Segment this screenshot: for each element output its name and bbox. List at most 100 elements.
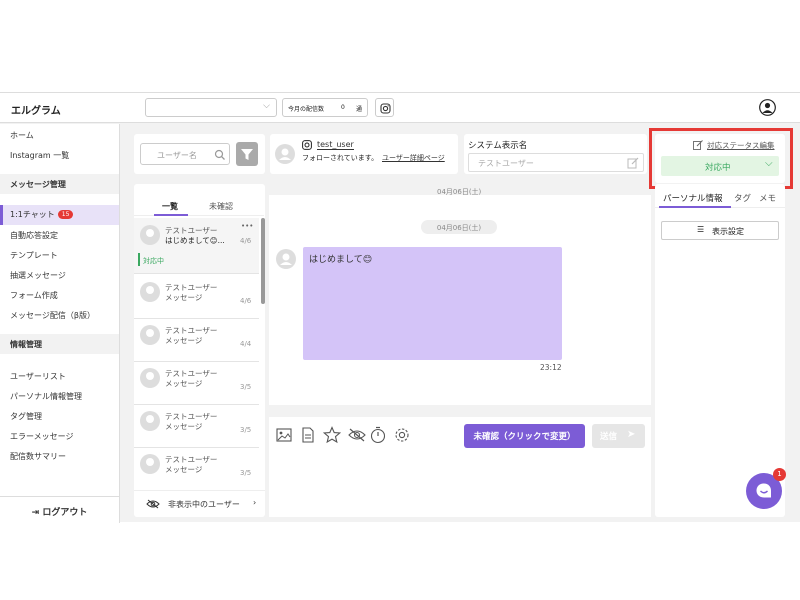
count-value: 0 (341, 104, 345, 111)
list-item[interactable]: テストユーザー メッセージ 4/4 (134, 318, 259, 362)
send-label: 送信 (600, 432, 618, 442)
sidebar-item-form[interactable]: フォーム作成 (10, 290, 58, 301)
instagram-icon[interactable] (375, 98, 394, 117)
sidebar-section-info: 情報管理 (0, 334, 119, 354)
sidebar-item-summary[interactable]: 配信数サマリー (10, 451, 66, 462)
user-avatar (275, 144, 295, 164)
username: test_user (317, 140, 354, 150)
search-input[interactable]: ユーザー名 (140, 143, 230, 165)
sidebar-item-lottery[interactable]: 抽選メッセージ (10, 270, 66, 281)
system-name-input[interactable]: テストユーザー (468, 153, 644, 172)
system-name-placeholder: テストユーザー (478, 159, 534, 168)
tab-tag[interactable]: タグ (734, 192, 751, 204)
search-icon (214, 149, 225, 160)
display-settings-label: 表示設定 (712, 227, 744, 236)
search-placeholder: ユーザー名 (157, 151, 197, 160)
tab-memo[interactable]: メモ (759, 192, 776, 204)
help-chat-button[interactable]: 1 (746, 468, 786, 509)
chevron-right-icon: › (253, 498, 257, 507)
sidebar-item-template[interactable]: テンプレート (10, 250, 58, 261)
info-panel: パーソナル情報 タグ メモ ☰ 表示設定 (655, 184, 785, 517)
display-settings-button[interactable]: ☰ 表示設定 (661, 221, 779, 240)
date-separator: 04月06日(土) (421, 220, 497, 234)
sidebar-item-auto-reply[interactable]: 自動応答設定 (10, 230, 58, 241)
chevron-down-icon: ⌵ (263, 101, 270, 111)
hidden-users-link[interactable]: 非表示中のユーザー › (134, 490, 265, 517)
composer: 未確認（クリックで変更） 送信 ➤ (269, 417, 651, 517)
sidebar-item-personal-info[interactable]: パーソナル情報管理 (10, 391, 82, 402)
filter-icon (241, 149, 253, 160)
conv-date: 4/6 (240, 237, 252, 245)
tab-personal[interactable]: パーソナル情報 (663, 192, 723, 204)
sidebar: ホーム Instagram 一覧 メッセージ管理 1:1チャット 15 自動応答設… (0, 124, 120, 523)
notification-badge: 1 (773, 468, 786, 481)
user-detail-link[interactable]: ユーザー詳細ページ (382, 153, 445, 163)
image-icon[interactable] (276, 427, 292, 443)
date-separator-top: 04月06日(土) (437, 188, 482, 196)
conv-preview: メッセージ (165, 336, 203, 345)
list-item[interactable]: テストユーザー メッセージ 4/6 (134, 275, 259, 319)
brand-logo: エルグラム (11, 106, 61, 117)
tab-all-underline (154, 214, 188, 216)
conv-status: 対応中 (143, 257, 164, 265)
chat-label: 1:1チャット (10, 210, 55, 219)
info-tabs: パーソナル情報 タグ メモ (655, 184, 785, 208)
sidebar-item-error[interactable]: エラーメッセージ (10, 431, 74, 442)
avatar (140, 225, 160, 245)
conv-preview: メッセージ (165, 422, 203, 431)
top-header: エルグラム ⌵ 今月の配信数 0 通 (0, 93, 800, 123)
conv-date: 3/5 (240, 383, 252, 391)
avatar (140, 325, 160, 345)
sidebar-item-broadcast[interactable]: メッセージ配信（β版） (10, 310, 95, 321)
tab-unread[interactable]: 未確認 (209, 201, 233, 212)
list-item[interactable]: テストユーザー メッセージ 3/5 (134, 361, 259, 405)
monthly-count-box: 今月の配信数 0 通 (282, 98, 368, 117)
conv-date: 3/5 (240, 469, 252, 477)
filter-button[interactable] (236, 142, 258, 166)
sidebar-item-chat[interactable]: 1:1チャット 15 (10, 209, 74, 220)
sender-avatar (276, 249, 296, 269)
sidebar-item-tag[interactable]: タグ管理 (10, 411, 42, 422)
sidebar-item-home[interactable]: ホーム (10, 130, 34, 141)
user-avatar-icon[interactable] (759, 99, 776, 116)
file-icon[interactable] (300, 427, 316, 443)
logout-icon: ⇥ (31, 508, 43, 518)
hidden-users-label: 非表示中のユーザー (168, 500, 240, 509)
app-root: エルグラム ⌵ 今月の配信数 0 通 ホーム Instagram 一覧 メッセー… (0, 92, 800, 523)
list-scrollbar[interactable] (261, 218, 265, 304)
conv-preview: メッセージ (165, 465, 203, 474)
avatar (140, 454, 160, 474)
edit-icon (627, 157, 639, 169)
search-panel: ユーザー名 (134, 134, 265, 174)
timer-icon[interactable] (370, 426, 386, 444)
list-item[interactable]: テストユーザー はじめまして😊... ••• 4/6 対応中 (134, 218, 259, 274)
sidebar-item-instagram[interactable]: Instagram 一覧 (10, 150, 69, 161)
sidebar-item-user-list[interactable]: ユーザーリスト (10, 371, 66, 382)
tab-personal-underline (659, 206, 731, 208)
account-select[interactable]: ⌵ (145, 98, 277, 117)
sidebar-section-message: メッセージ管理 (0, 174, 119, 194)
send-icon: ➤ (627, 429, 636, 440)
list-icon: ☰ (697, 225, 705, 234)
chat-bubble-icon (756, 483, 771, 498)
conversation-list-panel: 一覧 未確認 テストユーザー はじめまして😊... ••• 4/6 対応中 テス… (134, 184, 265, 517)
eye-slash-icon[interactable] (348, 427, 366, 443)
system-name-label: システム表示名 (468, 141, 528, 151)
highlight-box (649, 128, 793, 189)
avatar (140, 368, 160, 388)
more-options-icon[interactable]: ••• (241, 222, 253, 230)
logout-button[interactable]: ⇥ ログアウト (0, 496, 119, 523)
conv-date: 4/6 (240, 297, 252, 305)
count-label: 今月の配信数 (288, 106, 325, 113)
tab-all[interactable]: 一覧 (162, 201, 178, 212)
unread-toggle-button[interactable]: 未確認（クリックで変更） (464, 424, 585, 448)
list-item[interactable]: テストユーザー メッセージ 3/5 (134, 404, 259, 448)
gear-icon[interactable] (393, 426, 411, 444)
list-item[interactable]: テストユーザー メッセージ 3/5 (134, 447, 259, 491)
avatar (140, 282, 160, 302)
send-button[interactable]: 送信 ➤ (592, 424, 645, 448)
count-unit: 通 (356, 106, 363, 113)
star-icon[interactable] (323, 426, 341, 444)
conv-preview: はじめまして😊... (165, 236, 225, 245)
conv-date: 4/4 (240, 340, 252, 348)
